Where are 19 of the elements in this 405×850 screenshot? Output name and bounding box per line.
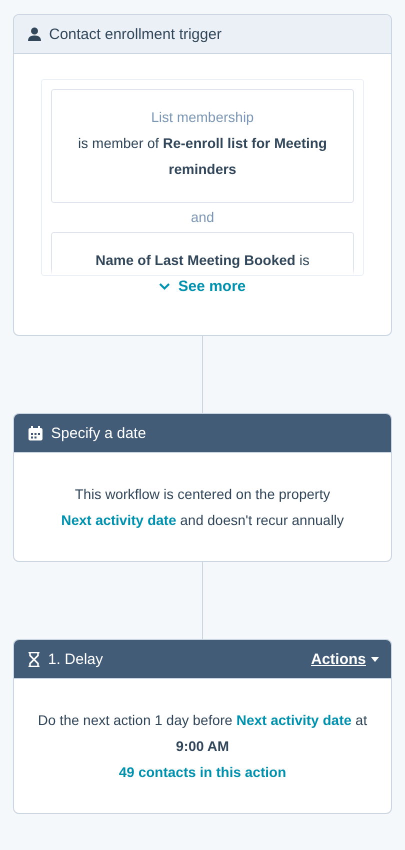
hourglass-icon: [28, 652, 40, 666]
contacts-link[interactable]: 49 contacts in this action: [118, 764, 286, 780]
card-title: 1. Delay: [48, 650, 104, 668]
property-link[interactable]: Next activity date: [61, 512, 176, 528]
property-link[interactable]: Next activity date: [236, 712, 352, 728]
filter-label: List membership: [151, 109, 254, 125]
see-more-link[interactable]: See more: [159, 278, 246, 295]
caret-icon: [371, 656, 379, 662]
step-description: Do the next action 1 day before Next activity date at 9:00 AM: [36, 711, 368, 756]
calendar-icon: [28, 426, 43, 440]
card-title: Specify a date: [51, 424, 148, 442]
chevron-down-icon: [159, 283, 170, 290]
filter-text: Name of Last Meeting Booked is: [94, 251, 310, 270]
filter-text: is member of Re-enroll list for Meeting reminders: [77, 134, 328, 179]
joiner-label: and: [190, 209, 214, 225]
card-title: Contact enrollment trigger: [49, 26, 223, 42]
step-description: This workflow is centered on the property Next activity date and doesn't recur annually: [60, 485, 345, 530]
person-icon: [28, 27, 41, 41]
actions-menu[interactable]: Actions: [310, 650, 379, 668]
